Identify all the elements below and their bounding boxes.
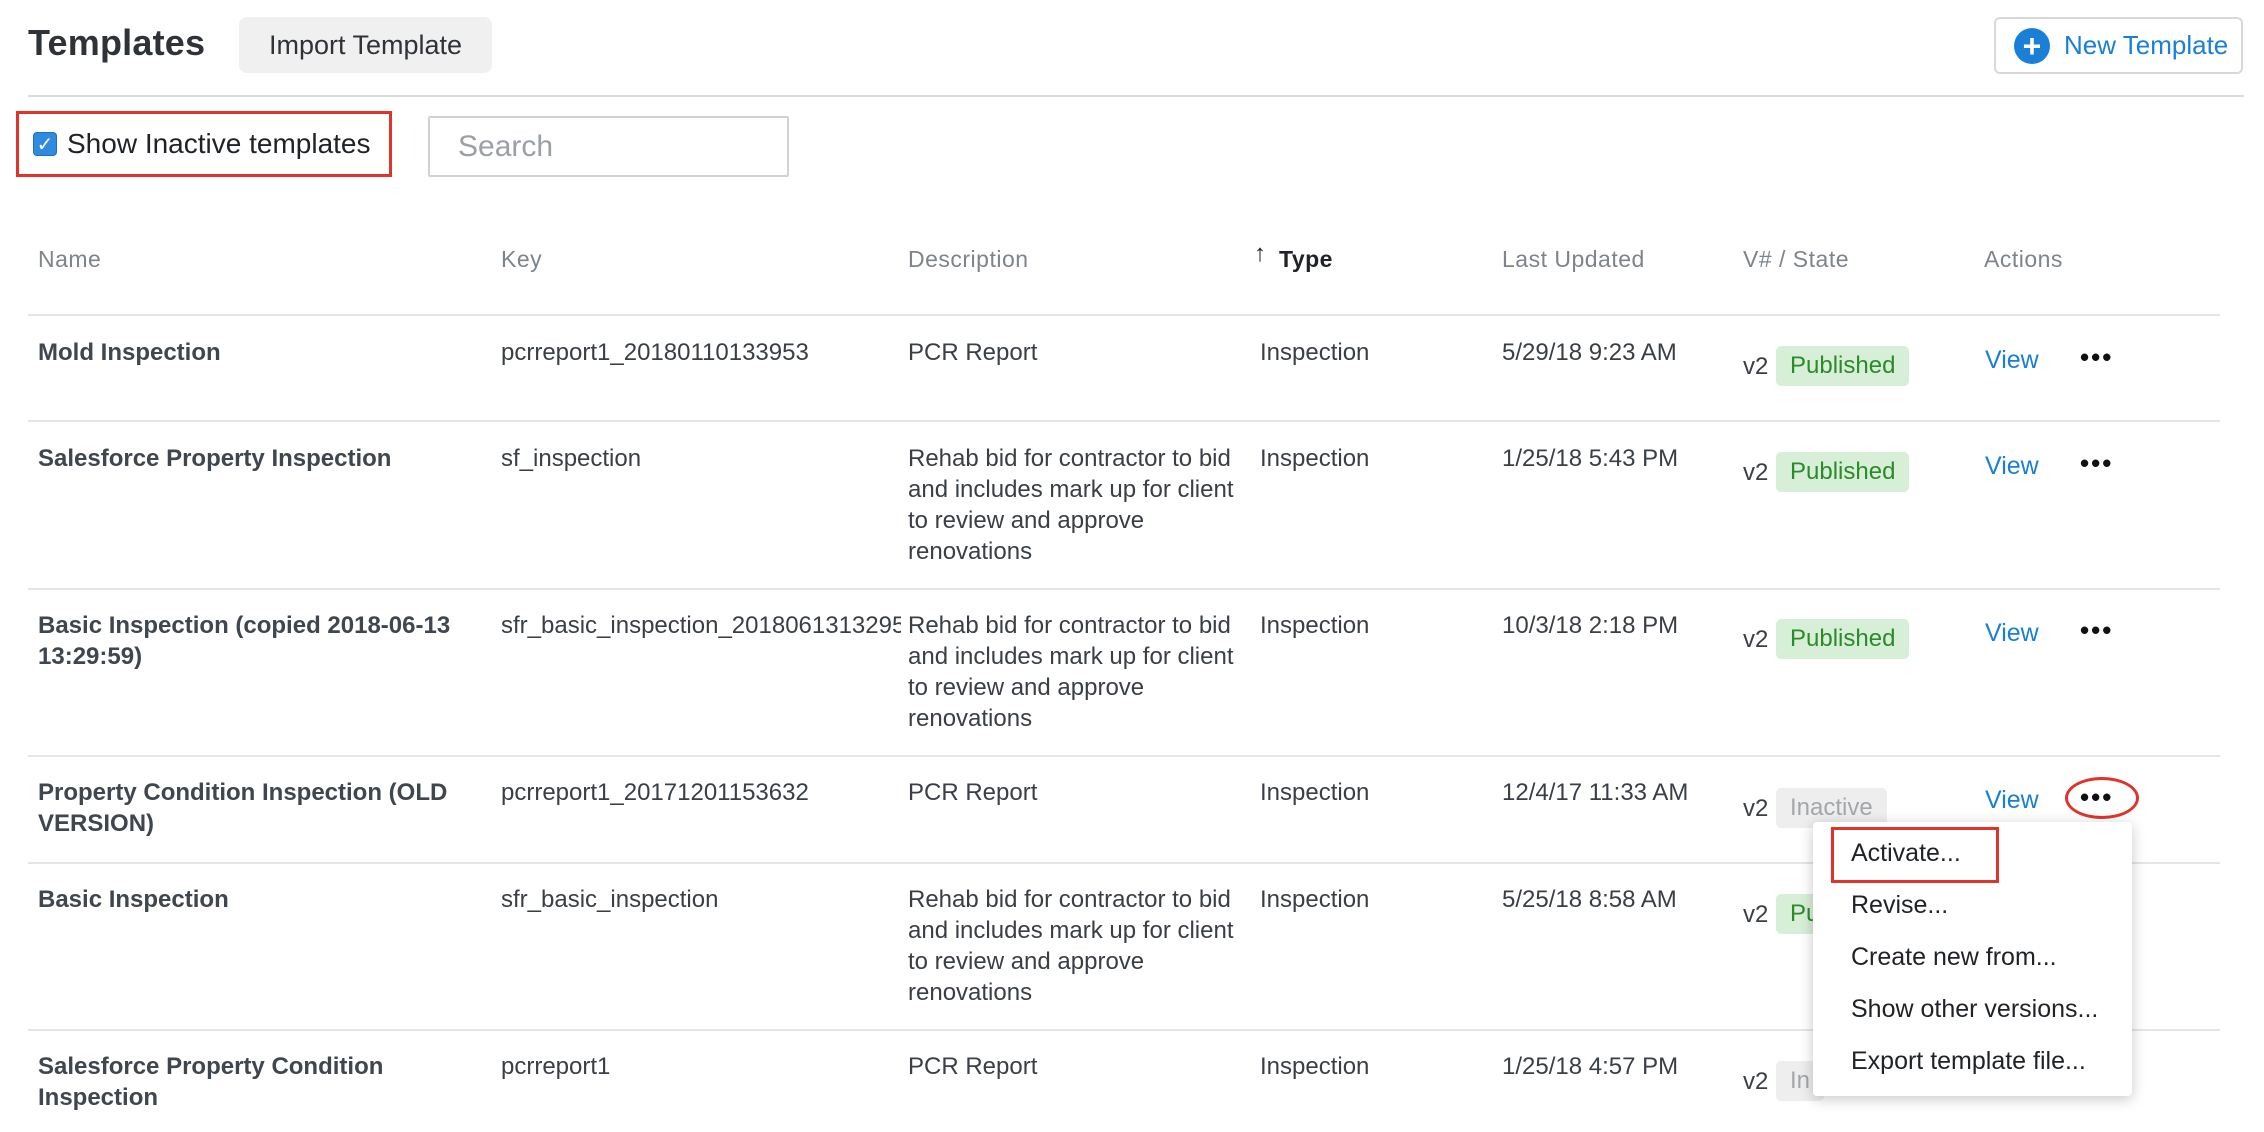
template-last-updated: 10/3/18 2:18 PM — [1502, 612, 1679, 639]
sort-ascending-icon: ↑ — [1254, 240, 1266, 267]
show-inactive-label: Show Inactive templates — [67, 128, 371, 159]
template-key: pcrreport1_20180110133953 — [501, 339, 809, 366]
template-last-updated: 1/25/18 4:57 PM — [1502, 1053, 1679, 1080]
template-type: Inspection — [1260, 779, 1370, 806]
more-horizontal-icon[interactable]: ••• — [2080, 342, 2113, 373]
row-divider — [28, 588, 2220, 590]
template-name[interactable]: Mold Inspection — [38, 337, 468, 368]
template-description: PCR Report — [908, 1053, 1038, 1080]
status-badge: Published — [1776, 619, 1910, 659]
template-type: Inspection — [1260, 445, 1370, 472]
template-version: v2 — [1743, 353, 1769, 380]
status-badge: Published — [1776, 346, 1910, 386]
template-last-updated: 12/4/17 11:33 AM — [1502, 779, 1689, 806]
column-header-actions: Actions — [1984, 246, 2063, 272]
template-type: Inspection — [1260, 886, 1370, 913]
template-version: v2 — [1743, 1068, 1769, 1095]
template-description: PCR Report — [908, 339, 1038, 366]
page-title: Templates — [28, 22, 206, 63]
show-inactive-toggle[interactable]: ✓ Show Inactive templates — [16, 111, 392, 177]
template-key: sfr_basic_inspection — [501, 886, 719, 913]
template-name[interactable]: Salesforce Property Inspection — [38, 443, 468, 474]
template-description: PCR Report — [908, 779, 1038, 806]
template-name[interactable]: Salesforce Property Condition Inspection — [38, 1051, 468, 1113]
row-divider — [28, 755, 2220, 757]
template-name[interactable]: Property Condition Inspection (OLD VERSI… — [38, 777, 468, 839]
template-last-updated: 5/25/18 8:58 AM — [1502, 886, 1677, 913]
template-version: v2 — [1743, 626, 1769, 653]
plus-circle-icon: + — [2014, 27, 2050, 64]
more-horizontal-icon[interactable]: ••• — [2080, 448, 2113, 479]
template-type: Inspection — [1260, 612, 1370, 639]
column-header-description[interactable]: Description — [908, 246, 1029, 273]
new-template-label: New Template — [2064, 30, 2229, 60]
column-header-version-state[interactable]: V# / State — [1743, 246, 1849, 273]
template-name[interactable]: Basic Inspection (copied 2018-06-13 13:2… — [38, 610, 468, 672]
show-inactive-checkbox[interactable]: ✓ — [33, 132, 57, 156]
menu-item-revise[interactable]: Revise... — [1851, 891, 1948, 920]
column-header-type[interactable]: Type — [1279, 246, 1333, 273]
template-last-updated: 1/25/18 5:43 PM — [1502, 445, 1679, 472]
template-last-updated: 5/29/18 9:23 AM — [1502, 339, 1677, 366]
view-link[interactable]: View — [1985, 452, 2039, 481]
row-divider — [28, 314, 2220, 316]
view-link[interactable]: View — [1985, 346, 2039, 375]
view-link[interactable]: View — [1985, 619, 2039, 648]
new-template-button[interactable]: + New Template — [1994, 17, 2243, 74]
menu-item-activate[interactable]: Activate... — [1851, 839, 1961, 868]
template-description: Rehab bid for contractor to bid and incl… — [908, 445, 1234, 565]
template-key: pcrreport1_20171201153632 — [501, 779, 809, 806]
actions-menu: Activate... Revise... Create new from...… — [1813, 822, 2132, 1096]
row-divider — [28, 420, 2220, 422]
template-version: v2 — [1743, 795, 1769, 822]
template-key: sf_inspection — [501, 445, 642, 472]
template-version: v2 — [1743, 901, 1769, 928]
status-badge: Published — [1776, 452, 1910, 492]
menu-item-export-template-file[interactable]: Export template file... — [1851, 1047, 2086, 1076]
template-description: Rehab bid for contractor to bid and incl… — [908, 612, 1234, 732]
menu-item-show-other-versions[interactable]: Show other versions... — [1851, 995, 2098, 1024]
more-horizontal-icon[interactable]: ••• — [2080, 615, 2113, 646]
template-key: pcrreport1 — [501, 1053, 611, 1080]
template-name[interactable]: Basic Inspection — [38, 884, 468, 915]
view-link[interactable]: View — [1985, 786, 2039, 815]
column-header-last-updated[interactable]: Last Updated — [1502, 246, 1645, 273]
menu-item-create-new-from[interactable]: Create new from... — [1851, 943, 2057, 972]
import-template-button[interactable]: Import Template — [239, 17, 492, 73]
template-key: sfr_basic_inspection_2018061313295 — [501, 612, 901, 639]
template-type: Inspection — [1260, 1053, 1370, 1080]
template-description: Rehab bid for contractor to bid and incl… — [908, 886, 1234, 1006]
column-header-key[interactable]: Key — [501, 246, 542, 273]
more-button-highlight — [2065, 777, 2139, 819]
column-header-name[interactable]: Name — [38, 246, 101, 273]
header-divider — [28, 95, 2244, 97]
template-type: Inspection — [1260, 339, 1370, 366]
search-input[interactable] — [428, 116, 789, 177]
template-version: v2 — [1743, 459, 1769, 486]
